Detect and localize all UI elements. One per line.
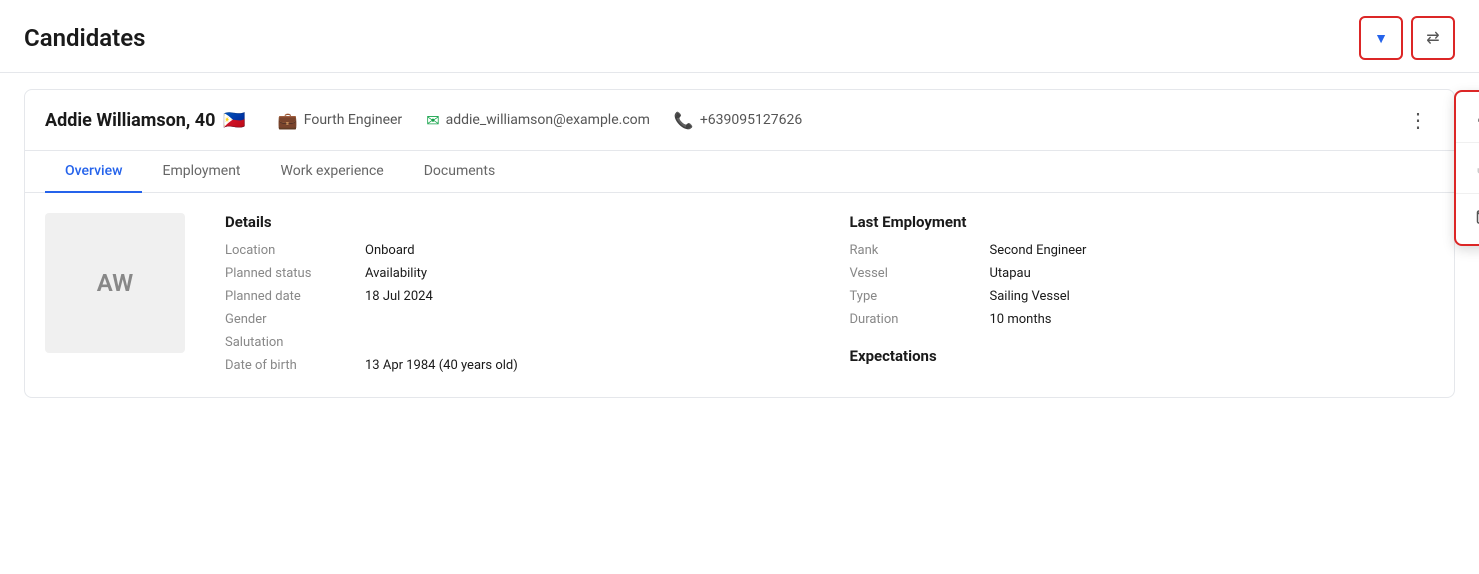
gender-value xyxy=(365,312,810,327)
employment-title: Last Employment xyxy=(850,213,1435,231)
type-label: Type xyxy=(850,289,990,304)
page-header: Candidates ▼ ⇄ xyxy=(0,0,1479,73)
dob-value: 13 Apr 1984 (40 years old) xyxy=(365,358,810,373)
type-value: Sailing Vessel xyxy=(990,289,1435,304)
job-title-text: Fourth Engineer xyxy=(304,112,402,128)
candidate-header: Addie Williamson, 40 🇵🇭 💼 Fourth Enginee… xyxy=(25,90,1454,151)
job-title-item: 💼 Fourth Engineer xyxy=(278,111,402,130)
candidate-name: Addie Williamson, 40 🇵🇭 xyxy=(45,110,246,131)
phone-item: 📞 +639095127626 xyxy=(674,111,802,130)
salutation-value xyxy=(365,335,810,350)
employment-grid: Rank Second Engineer Vessel Utapau Type … xyxy=(850,243,1435,327)
phone-icon: 📞 xyxy=(674,111,694,130)
dropdown-add-assignment[interactable]: Add to assignment xyxy=(1456,92,1479,143)
dropdown-menu: Add to assignment Photo Send message xyxy=(1454,90,1479,246)
flag-icon: 🇵🇭 xyxy=(223,110,245,131)
dropdown-send-message[interactable]: Send message xyxy=(1456,194,1479,244)
filter-button[interactable]: ▼ xyxy=(1359,16,1403,60)
filter-icon: ▼ xyxy=(1374,30,1388,46)
planned-status-value: Availability xyxy=(365,266,810,281)
dropdown-photo: Photo xyxy=(1456,143,1479,194)
email-item: ✉ addie_williamson@example.com xyxy=(426,111,650,130)
avatar: AW xyxy=(45,213,185,353)
tab-employment[interactable]: Employment xyxy=(142,151,260,193)
page-title: Candidates xyxy=(24,24,145,52)
rank-value: Second Engineer xyxy=(990,243,1435,258)
email-icon: ✉ xyxy=(426,111,439,130)
location-value: Onboard xyxy=(365,243,810,258)
email-text: addie_williamson@example.com xyxy=(446,112,650,128)
vessel-value: Utapau xyxy=(990,266,1435,281)
tab-work-experience[interactable]: Work experience xyxy=(261,151,404,193)
planned-date-label: Planned date xyxy=(225,289,365,304)
gender-label: Gender xyxy=(225,312,365,327)
candidate-meta: 💼 Fourth Engineer ✉ addie_williamson@exa… xyxy=(278,111,1370,130)
candidate-body: AW Details Location Onboard Planned stat… xyxy=(25,193,1454,397)
tab-overview[interactable]: Overview xyxy=(45,151,142,193)
rank-label: Rank xyxy=(850,243,990,258)
more-options-button[interactable]: ⋮ xyxy=(1402,104,1434,136)
planned-status-label: Planned status xyxy=(225,266,365,281)
tab-documents[interactable]: Documents xyxy=(404,151,515,193)
planned-date-value: 18 Jul 2024 xyxy=(365,289,810,304)
details-section: Details Location Onboard Planned status … xyxy=(225,213,810,377)
swap-icon: ⇄ xyxy=(1426,28,1439,48)
candidate-tabs: Overview Employment Work experience Docu… xyxy=(25,151,1454,193)
duration-label: Duration xyxy=(850,312,990,327)
dob-label: Date of birth xyxy=(225,358,365,373)
details-title: Details xyxy=(225,213,810,231)
briefcase-icon: 💼 xyxy=(278,111,298,130)
vessel-label: Vessel xyxy=(850,266,990,281)
phone-text: +639095127626 xyxy=(700,112,802,128)
candidate-name-text: Addie Williamson, 40 xyxy=(45,110,215,131)
employment-section: Last Employment Rank Second Engineer Ves… xyxy=(850,213,1435,377)
location-label: Location xyxy=(225,243,365,258)
avatar-initials: AW xyxy=(97,269,133,297)
details-grid: Location Onboard Planned status Availabi… xyxy=(225,243,810,373)
salutation-label: Salutation xyxy=(225,335,365,350)
expectations-title: Expectations xyxy=(850,347,1435,365)
duration-value: 10 months xyxy=(990,312,1435,327)
candidate-card: Addie Williamson, 40 🇵🇭 💼 Fourth Enginee… xyxy=(24,89,1455,398)
swap-button[interactable]: ⇄ xyxy=(1411,16,1455,60)
header-buttons: ▼ ⇄ xyxy=(1359,16,1455,60)
